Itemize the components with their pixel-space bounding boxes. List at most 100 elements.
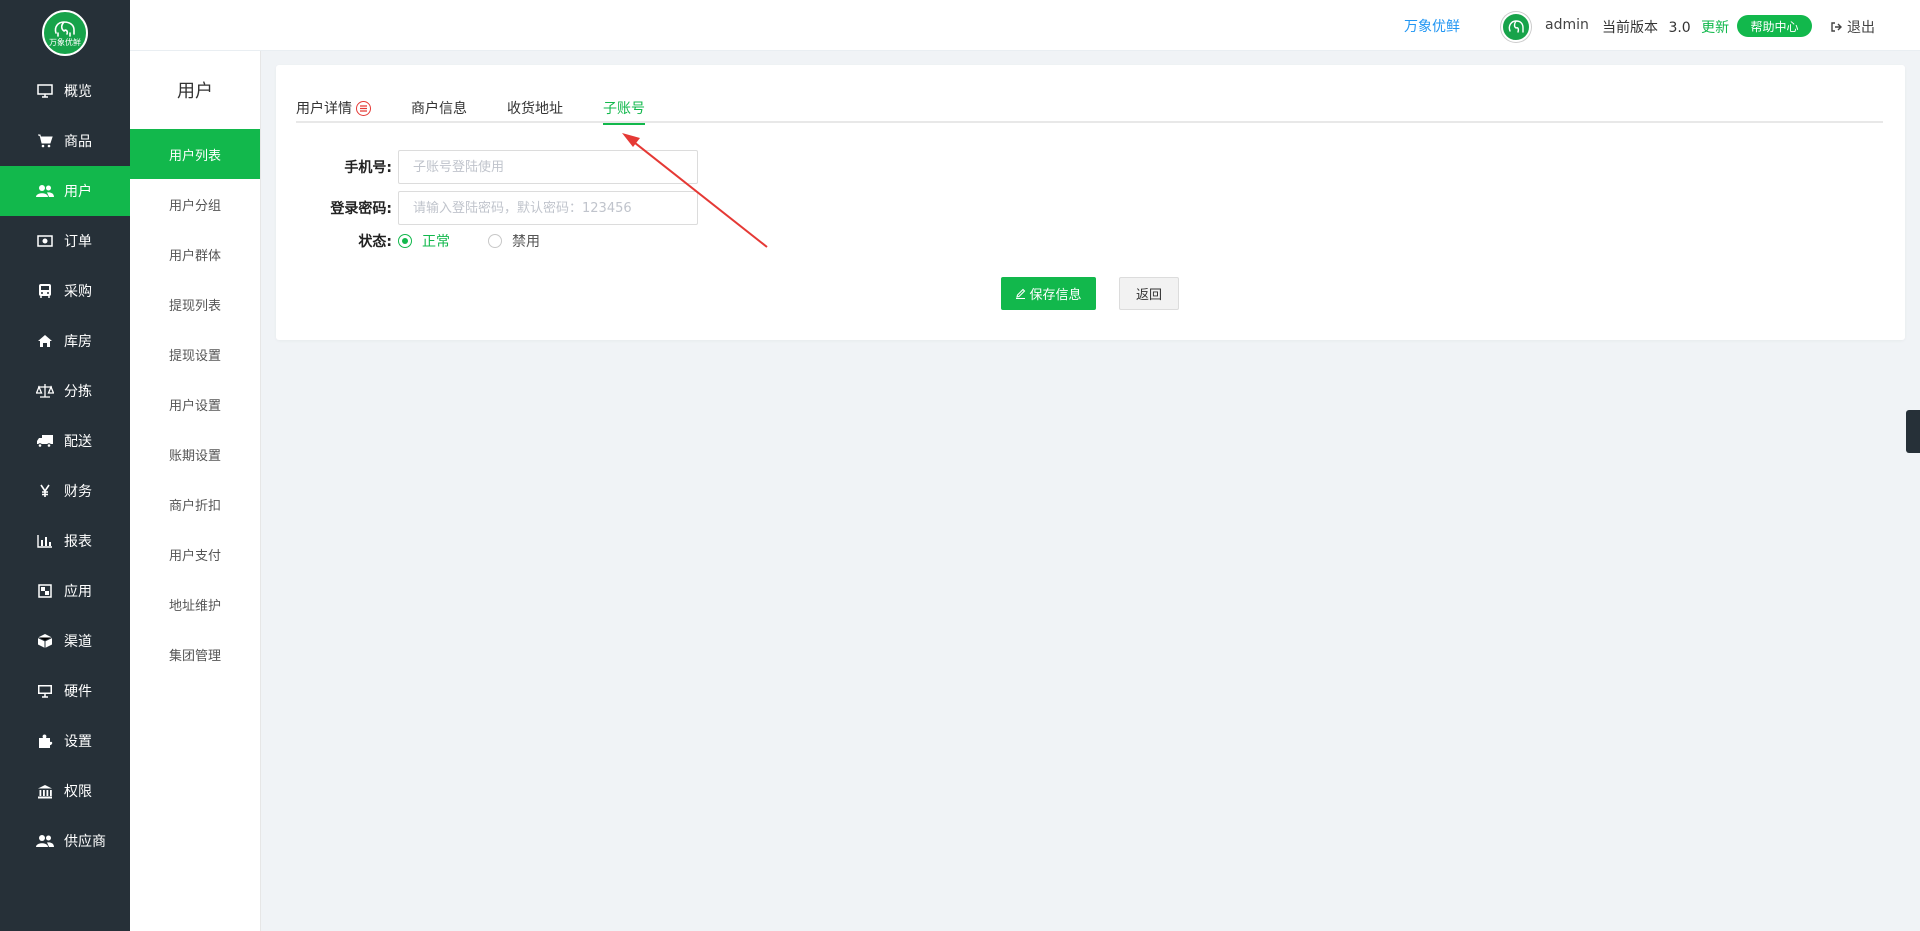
nav-item-0[interactable]: 概览	[0, 66, 130, 116]
nav-item-label: 库房	[64, 334, 92, 350]
logout-button[interactable]: 退出	[1830, 17, 1875, 37]
tab-label: 收货地址	[507, 101, 563, 117]
version-label: 当前版本	[1602, 20, 1658, 36]
password-label: 登录密码:	[330, 201, 392, 217]
submenu-item-1[interactable]: 用户分组	[130, 179, 260, 229]
sub-sidebar: 用户 用户列表 用户分组 用户群体 提现列表 提现设置 用户设置 账期设置 商户折扣 用户支付地…	[130, 51, 261, 931]
status-normal-radio[interactable]: 正常	[398, 231, 450, 251]
apps-icon	[36, 583, 54, 599]
nav-item-11[interactable]: 渠道	[0, 616, 130, 666]
scale-icon	[36, 383, 54, 399]
username[interactable]: admin	[1545, 17, 1589, 33]
logo[interactable]: 万象优鲜	[0, 0, 130, 66]
nav-item-8[interactable]: 财务	[0, 466, 130, 516]
nav-item-2[interactable]: 用户	[0, 166, 130, 216]
group-icon	[36, 833, 54, 849]
nav-item-label: 应用	[64, 584, 92, 600]
nav-item-7[interactable]: 配送	[0, 416, 130, 466]
tab-label: 用户详情	[296, 101, 352, 117]
nav-item-label: 用户	[64, 184, 92, 200]
nav-item-15[interactable]: 供应商	[0, 816, 130, 866]
version-info: 当前版本 3.0 更新	[1602, 17, 1729, 37]
help-center-button[interactable]: 帮助中心	[1737, 15, 1812, 37]
avatar[interactable]	[1501, 12, 1531, 42]
home-icon	[36, 333, 54, 349]
phone-label: 手机号:	[344, 160, 392, 176]
submenu-item-3[interactable]: 提现列表	[130, 279, 260, 329]
nav-item-3[interactable]: 订单	[0, 216, 130, 266]
nav-item-6[interactable]: 分拣	[0, 366, 130, 416]
nav-item-label: 权限	[64, 784, 92, 800]
nav-item-label: 概览	[64, 84, 92, 100]
brand-link[interactable]: 万象优鲜	[1404, 16, 1460, 36]
status-normal-label: 正常	[422, 234, 450, 250]
bar-chart-icon	[36, 533, 54, 549]
nav-item-label: 渠道	[64, 634, 92, 650]
status-disabled-radio[interactable]: 禁用	[488, 231, 540, 251]
puzzle-icon	[36, 733, 54, 749]
nav-item-label: 设置	[64, 734, 92, 750]
radio-dot	[398, 234, 412, 248]
yen-icon	[36, 483, 54, 499]
nav-item-9[interactable]: 报表	[0, 516, 130, 566]
logo-text: 万象优鲜	[49, 37, 81, 47]
submenu-item-4[interactable]: 提现设置	[130, 329, 260, 379]
radio-dot	[488, 234, 502, 248]
nav-item-10[interactable]: 应用	[0, 566, 130, 616]
content-card: 用户详情 商户信息 收货地址 子账号 手机号: 登录密码: 状态: 正常 禁用 保存信…	[276, 65, 1905, 340]
submenu-item-2[interactable]: 用户群体	[130, 229, 260, 279]
submenu-item-0[interactable]: 用户列表	[130, 129, 260, 179]
desktop-icon	[36, 683, 54, 699]
bank-icon	[36, 783, 54, 799]
nav-item-label: 硬件	[64, 684, 92, 700]
phone-row: 手机号:	[276, 150, 698, 184]
submenu-item-5[interactable]: 用户设置	[130, 379, 260, 429]
nav-item-5[interactable]: 库房	[0, 316, 130, 366]
save-button[interactable]: 保存信息	[1001, 277, 1096, 310]
nav-item-12[interactable]: 硬件	[0, 666, 130, 716]
submenu-item-7[interactable]: 商户折扣	[130, 479, 260, 529]
nav-item-label: 采购	[64, 284, 92, 300]
status-label: 状态:	[358, 234, 392, 250]
monitor-icon	[36, 83, 54, 99]
nav-item-label: 供应商	[64, 834, 106, 850]
main-sidebar: 万象优鲜 概览商品用户订单采购库房分拣配送财务报表应用渠道硬件设置权限供应商	[0, 0, 130, 931]
sign-out-icon	[1830, 21, 1842, 33]
top-header: 万象优鲜 admin 当前版本 3.0 更新 帮助中心 退出	[130, 0, 1920, 51]
logout-label: 退出	[1847, 20, 1875, 36]
tab-2[interactable]: 收货地址	[507, 93, 563, 123]
nav-item-label: 分拣	[64, 384, 92, 400]
tab-0[interactable]: 用户详情	[296, 93, 371, 123]
nav-item-13[interactable]: 设置	[0, 716, 130, 766]
tab-3[interactable]: 子账号	[603, 93, 645, 125]
truck-icon	[36, 433, 54, 449]
nav-item-label: 商品	[64, 134, 92, 150]
nav-item-1[interactable]: 商品	[0, 116, 130, 166]
cube-icon	[36, 633, 54, 649]
back-button[interactable]: 返回	[1119, 277, 1179, 310]
tab-1[interactable]: 商户信息	[411, 93, 467, 123]
nav-item-label: 财务	[64, 484, 92, 500]
money-icon	[36, 233, 54, 249]
save-label: 保存信息	[1029, 288, 1082, 303]
submenu-title: 用户	[177, 81, 213, 102]
submenu-item-8[interactable]: 用户支付	[130, 529, 260, 579]
tab-bar: 用户详情 商户信息 收货地址 子账号	[296, 93, 1883, 125]
submenu-item-9[interactable]: 地址维护	[130, 579, 260, 629]
floating-side-tab[interactable]	[1906, 410, 1920, 453]
list-badge-icon	[356, 100, 371, 116]
users-icon	[36, 183, 54, 199]
nav-item-14[interactable]: 权限	[0, 766, 130, 816]
update-link[interactable]: 更新	[1701, 20, 1729, 36]
elephant-avatar-icon	[1508, 20, 1524, 33]
logo-badge: 万象优鲜	[42, 10, 88, 56]
nav-item-4[interactable]: 采购	[0, 266, 130, 316]
cart-icon	[36, 133, 54, 149]
password-row: 登录密码:	[276, 191, 698, 225]
password-input[interactable]	[398, 191, 698, 225]
phone-input[interactable]	[398, 150, 698, 184]
nav-item-label: 报表	[64, 534, 92, 550]
tab-label: 子账号	[603, 101, 645, 117]
submenu-item-6[interactable]: 账期设置	[130, 429, 260, 479]
submenu-item-10[interactable]: 集团管理	[130, 629, 260, 679]
